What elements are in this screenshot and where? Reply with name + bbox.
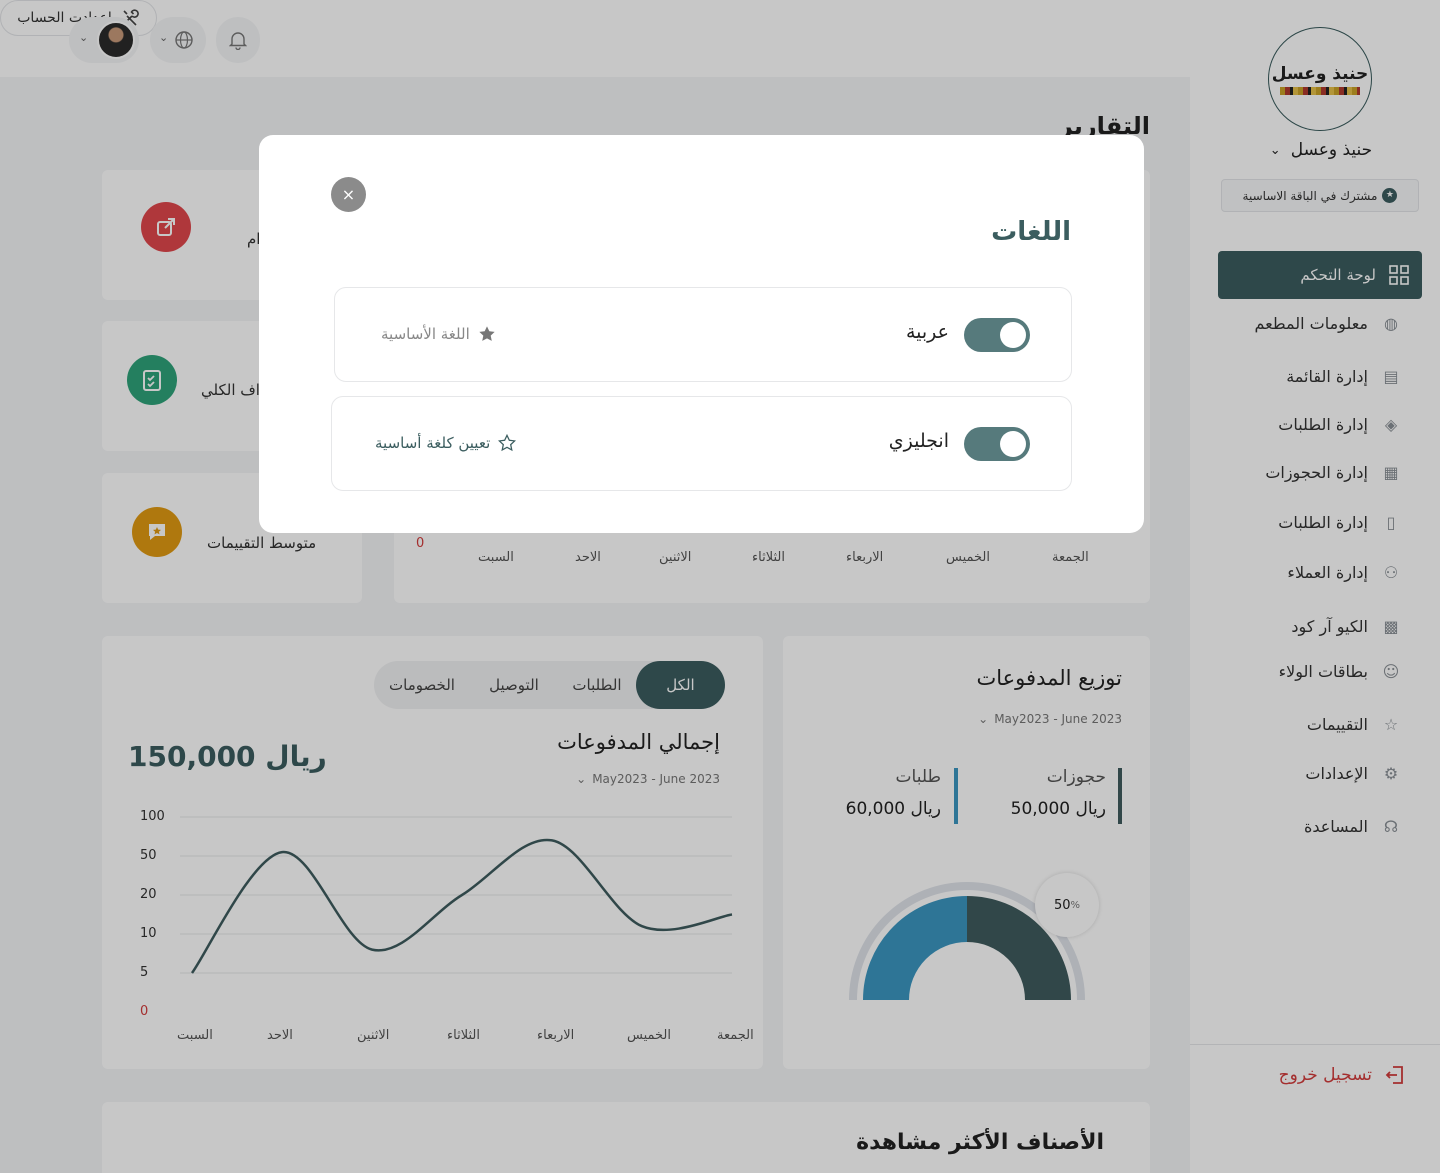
language-row-arabic: عربية اللغة الأساسية xyxy=(334,287,1072,382)
language-row-english: انجليزي تعيين كلغة أساسية xyxy=(331,396,1072,491)
language-toggle[interactable] xyxy=(964,427,1030,461)
languages-modal: × اللغات عربية اللغة الأساسية انجليزي تع… xyxy=(259,135,1144,533)
language-name: عربية xyxy=(905,321,949,343)
set-primary-language-text: تعيين كلغة أساسية xyxy=(375,434,491,452)
primary-language-text: اللغة الأساسية xyxy=(381,325,470,343)
language-toggle[interactable] xyxy=(964,318,1030,352)
toggle-knob xyxy=(1000,322,1026,348)
toggle-knob xyxy=(1000,431,1026,457)
modal-title: اللغات xyxy=(991,217,1071,247)
star-filled-icon xyxy=(479,326,495,341)
star-outline-icon xyxy=(498,434,517,452)
set-primary-language-button[interactable]: تعيين كلغة أساسية xyxy=(375,434,517,452)
close-button[interactable]: × xyxy=(331,177,366,212)
language-name: انجليزي xyxy=(888,430,949,452)
close-icon: × xyxy=(341,185,356,204)
primary-language-label: اللغة الأساسية xyxy=(381,325,496,343)
